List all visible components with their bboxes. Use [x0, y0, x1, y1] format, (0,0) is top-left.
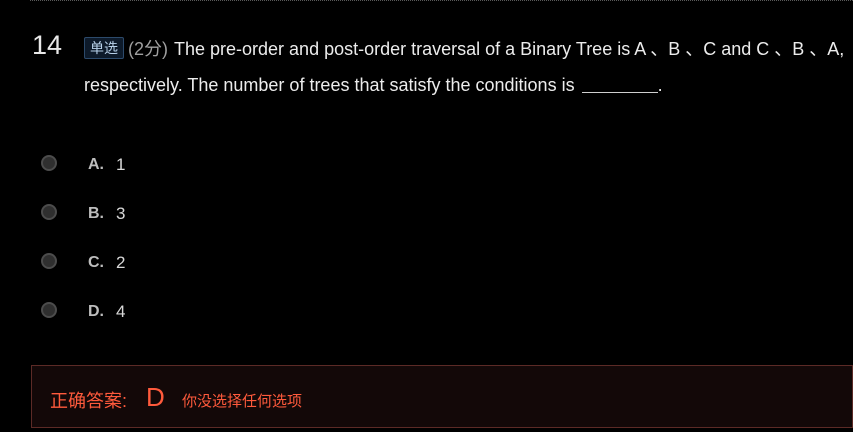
no-selection-note: 你没选择任何选项 — [182, 393, 303, 410]
option-d[interactable]: D. 4 — [40, 293, 340, 342]
option-d-radio[interactable] — [41, 302, 57, 318]
options-list: A. 1 B. 3 C. 2 D. 4 — [40, 146, 340, 342]
option-a-radio[interactable] — [41, 155, 57, 171]
option-c-letter: C. — [88, 254, 104, 271]
answer-feedback-box: 正确答案: D 你没选择任何选项 — [31, 365, 853, 428]
option-b-text: 3 — [116, 204, 126, 223]
option-a-text: 1 — [116, 155, 126, 174]
option-c[interactable]: C. 2 — [40, 244, 340, 293]
option-b-letter: B. — [88, 205, 104, 222]
question-stem: 单选 (2分) The pre-order and post-order trave… — [84, 31, 847, 103]
option-c-radio[interactable] — [41, 253, 57, 269]
option-c-text: 2 — [116, 253, 126, 272]
option-a[interactable]: A. 1 — [40, 146, 340, 195]
correct-answer-value: D — [146, 382, 165, 412]
option-b[interactable]: B. 3 — [40, 195, 340, 244]
question-score: (2分) — [128, 39, 168, 59]
answer-blank — [581, 74, 658, 93]
question-type-badge: 单选 — [84, 37, 124, 59]
top-divider — [30, 0, 853, 1]
correct-answer-label: 正确答案: — [50, 391, 128, 411]
question-text-end: . — [657, 75, 663, 95]
option-a-letter: A. — [88, 156, 104, 173]
question-number: 14 — [32, 30, 63, 60]
question-text: The pre-order and post-order traversal o… — [84, 39, 845, 95]
option-d-letter: D. — [88, 303, 104, 320]
option-d-text: 4 — [116, 302, 126, 321]
option-b-radio[interactable] — [41, 204, 57, 220]
